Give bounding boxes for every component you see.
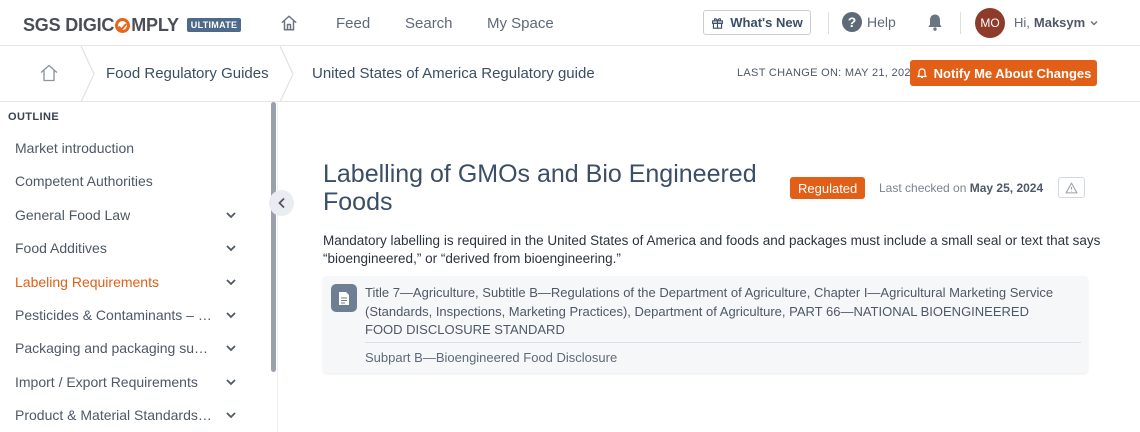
last-change-date: LAST CHANGE ON: MAY 21, 2024 <box>737 67 918 79</box>
whats-new-label: What's New <box>730 15 803 30</box>
user-menu[interactable]: Hi, Maksym <box>1014 15 1099 30</box>
chevron-down-icon[interactable] <box>225 409 237 421</box>
sidebar-item-label: Market introduction <box>15 140 135 156</box>
outline-title: OUTLINE <box>8 111 60 123</box>
sidebar-item-labeling-requirements[interactable]: Labeling Requirements <box>15 274 247 294</box>
chevron-down-icon[interactable] <box>225 376 237 388</box>
divider <box>828 12 829 34</box>
page-title: Labelling of GMOs and Bio Engineered Foo… <box>323 160 757 216</box>
reference-subtitle: Subpart B—Bioengineered Food Disclosure <box>365 350 618 365</box>
sidebar-item-label: Labeling Requirements <box>15 274 159 290</box>
top-navigation-bar: SGS DIGIC MPLY ULTIMATE Feed Search My Sp… <box>0 0 1140 46</box>
sidebar-item-general-food-law[interactable]: General Food Law <box>15 207 247 227</box>
outline-sidebar: OUTLINE Market introduction Competent Au… <box>0 102 278 432</box>
breadcrumb-current-guide: United States of America Regulatory guid… <box>312 65 595 82</box>
sidebar-item-food-additives[interactable]: Food Additives <box>15 240 247 260</box>
breadcrumb-separator-icon <box>279 46 294 102</box>
help-button[interactable]: ? Help <box>842 12 896 32</box>
whats-new-button[interactable]: What's New <box>703 10 811 35</box>
sgs-digicomply-logo[interactable]: SGS DIGIC MPLY ULTIMATE <box>23 14 242 36</box>
breadcrumb-separator-icon <box>80 46 95 102</box>
sidebar-item-label: Competent Authorities <box>15 173 153 189</box>
breadcrumb-home-icon[interactable] <box>38 63 60 83</box>
avatar[interactable]: MO <box>975 8 1005 38</box>
reference-title: Title 7—Agriculture, Subtitle B—Regulati… <box>365 285 1054 337</box>
legal-reference-card[interactable]: Title 7—Agriculture, Subtitle B—Regulati… <box>323 276 1088 373</box>
chevron-down-icon[interactable] <box>225 276 237 288</box>
logo-text: SGS DIGIC MPLY <box>23 15 179 36</box>
logo-text-part-b: MPLY <box>131 14 179 35</box>
status-badge: Regulated <box>790 177 866 199</box>
bell-icon[interactable] <box>925 12 945 32</box>
logo-text-part-a: SGS DIGIC <box>23 14 115 35</box>
sidebar-item-competent-authorities[interactable]: Competent Authorities <box>15 173 247 193</box>
last-checked-prefix: Last checked on <box>879 181 967 195</box>
bell-outline-icon <box>916 67 927 78</box>
sidebar-item-pesticides-contaminants[interactable]: Pesticides & Contaminants – Ma… <box>15 307 247 327</box>
sidebar-scrollbar[interactable] <box>271 102 276 372</box>
ultimate-badge: ULTIMATE <box>186 18 242 32</box>
nav-feed[interactable]: Feed <box>336 15 370 32</box>
user-name: Maksym <box>1033 15 1086 30</box>
sidebar-item-import-export[interactable]: Import / Export Requirements <box>15 374 247 394</box>
breadcrumb-food-regulatory-guides[interactable]: Food Regulatory Guides <box>106 65 269 82</box>
document-icon <box>331 284 357 312</box>
sidebar-item-label: Pesticides & Contaminants – Ma… <box>15 307 215 323</box>
divider <box>365 342 1081 343</box>
notify-me-button[interactable]: Notify Me About Changes <box>910 60 1097 86</box>
sidebar-item-label: Packaging and packaging sustain… <box>15 340 215 356</box>
help-label: Help <box>867 14 896 30</box>
greeting-prefix: Hi, <box>1014 15 1030 30</box>
warning-icon <box>1065 182 1078 193</box>
sidebar-item-label: Import / Export Requirements <box>15 374 198 390</box>
divider <box>960 12 961 34</box>
logo-check-icon <box>115 17 131 33</box>
sidebar-item-label: Product & Material Standards/Re… <box>15 407 215 423</box>
help-icon: ? <box>842 12 862 32</box>
breadcrumb: Food Regulatory Guides United States of … <box>0 46 1140 102</box>
sidebar-item-label: General Food Law <box>15 207 131 223</box>
report-issue-button[interactable] <box>1058 177 1085 198</box>
nav-search[interactable]: Search <box>405 15 453 32</box>
sidebar-item-label: Food Additives <box>15 240 107 256</box>
home-icon[interactable] <box>280 14 298 32</box>
chevron-down-icon[interactable] <box>225 342 237 354</box>
chevron-down-icon[interactable] <box>225 242 237 254</box>
description: Mandatory labelling is required in the U… <box>323 233 1101 266</box>
nav-my-space[interactable]: My Space <box>487 15 554 32</box>
chevron-down-icon[interactable] <box>225 309 237 321</box>
sidebar-item-market-introduction[interactable]: Market introduction <box>15 140 247 160</box>
sidebar-item-product-material-standards[interactable]: Product & Material Standards/Re… <box>15 407 247 427</box>
chevron-down-icon <box>1090 20 1098 26</box>
main-content: Labelling of GMOs and Bio Engineered Foo… <box>279 102 1140 432</box>
last-checked-date: May 25, 2024 <box>969 181 1044 195</box>
notify-me-label: Notify Me About Changes <box>933 65 1092 81</box>
gift-icon <box>712 18 724 29</box>
chevron-down-icon[interactable] <box>225 209 237 221</box>
sidebar-item-packaging[interactable]: Packaging and packaging sustain… <box>15 340 247 360</box>
last-checked: Last checked on May 25, 2024 <box>879 181 1043 195</box>
